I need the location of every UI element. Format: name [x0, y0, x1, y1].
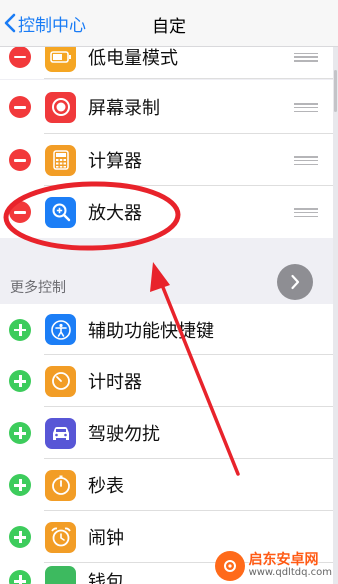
remove-button[interactable]	[9, 96, 31, 118]
item-label: 低电量模式	[88, 47, 178, 69]
watermark-name: 启东安卓网	[248, 552, 319, 569]
car-icon	[45, 417, 76, 449]
remove-button[interactable]	[9, 45, 31, 68]
wallet-icon	[45, 565, 76, 584]
add-button[interactable]	[9, 474, 31, 496]
alarm-icon	[45, 521, 76, 553]
included-item-magnifier: 放大器	[0, 186, 333, 238]
more-item-accessibility: 辅助功能快捷键	[0, 304, 333, 355]
watermark: 启东安卓网 www.qdltdq.com	[214, 551, 332, 581]
magnifier-icon	[45, 196, 76, 228]
item-label: 辅助功能快捷键	[88, 320, 214, 342]
add-button[interactable]	[9, 526, 31, 548]
reorder-handle-icon[interactable]	[294, 52, 318, 62]
section-header-more: 更多控制	[10, 280, 66, 296]
included-item-calculator: 计算器	[0, 134, 333, 186]
nav-bar: 控制中心 自定	[0, 0, 338, 47]
watermark-url: www.qdltdq.com	[248, 567, 332, 579]
reorder-handle-icon[interactable]	[294, 208, 318, 218]
item-label: 闹钟	[88, 528, 124, 549]
back-button[interactable]: 控制中心	[4, 11, 86, 36]
watermark-logo-icon	[214, 551, 245, 581]
stopwatch-icon	[45, 469, 76, 501]
reorder-handle-icon[interactable]	[294, 156, 318, 166]
item-label: 钱包	[88, 572, 124, 584]
calculator-icon	[45, 144, 76, 176]
more-item-timer: 计时器	[0, 355, 333, 407]
scrollbar-thumb[interactable]	[334, 70, 337, 112]
add-button[interactable]	[9, 370, 31, 392]
more-item-stopwatch: 秒表	[0, 459, 333, 511]
included-item-screen-record: 屏幕录制	[0, 80, 333, 134]
back-label: 控制中心	[18, 15, 86, 36]
more-button[interactable]	[277, 264, 313, 300]
item-label: 驾驶勿扰	[88, 424, 160, 445]
item-label: 放大器	[88, 203, 142, 224]
screen-record-icon	[45, 91, 76, 123]
item-label: 屏幕录制	[88, 98, 160, 119]
chevron-left-icon	[4, 13, 16, 33]
item-label: 计算器	[88, 151, 142, 172]
accessibility-icon	[45, 314, 76, 345]
arrow-head	[150, 262, 170, 292]
item-label: 计时器	[88, 372, 142, 393]
item-label: 秒表	[88, 476, 124, 497]
chevron-right-icon	[291, 274, 300, 290]
remove-button[interactable]	[9, 149, 31, 171]
remove-button[interactable]	[9, 201, 31, 223]
timer-icon	[45, 365, 76, 397]
more-item-driving: 驾驶勿扰	[0, 407, 333, 459]
reorder-handle-icon[interactable]	[294, 103, 318, 113]
add-button[interactable]	[9, 422, 31, 444]
add-button[interactable]	[9, 570, 31, 584]
add-button[interactable]	[9, 318, 31, 341]
